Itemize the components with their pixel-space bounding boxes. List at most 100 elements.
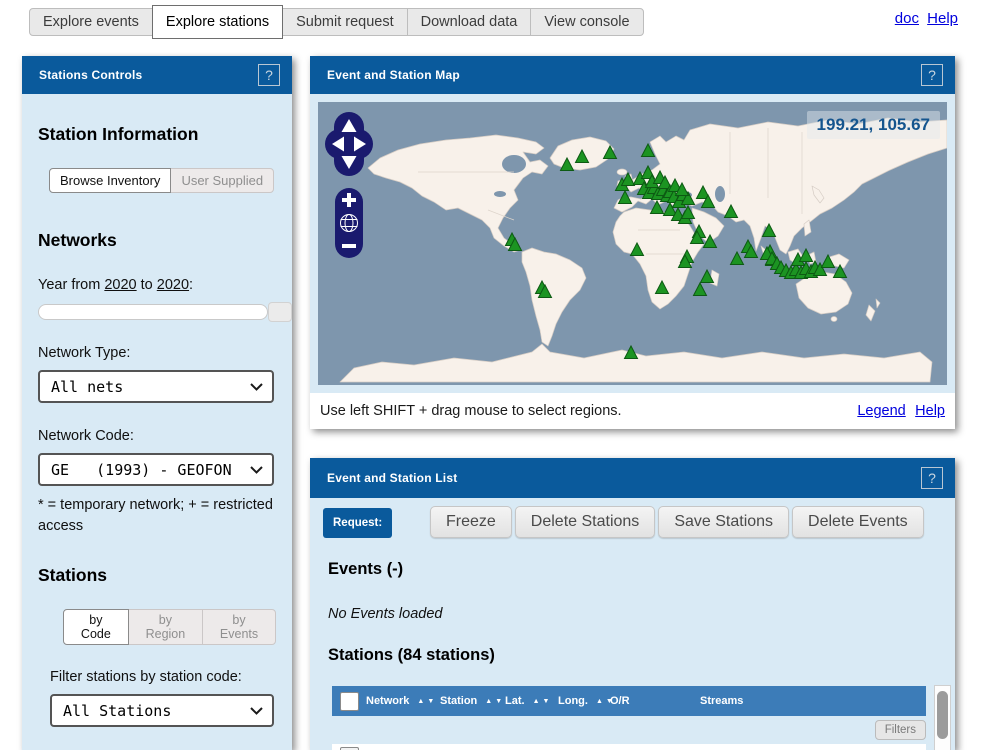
station-filter-label: Filter stations by station code: xyxy=(50,669,276,685)
inventory-toggle: Browse Inventory User Supplied xyxy=(50,168,274,193)
sort-desc-icon[interactable]: ▼ xyxy=(543,698,550,705)
stations-table: Network ▲▼ Station ▲▼ Lat. ▲▼ Long. ▲▼ O… xyxy=(332,686,926,750)
year-middle: to xyxy=(137,277,157,293)
main-tabbar: Explore events Explore stations Submit r… xyxy=(30,6,644,38)
by-events-button[interactable]: by Events xyxy=(202,609,276,645)
stations-count-heading: Stations (84 stations) xyxy=(328,646,495,665)
tab-explore-events[interactable]: Explore events xyxy=(29,8,153,36)
filters-button[interactable]: Filters xyxy=(875,720,926,740)
year-from-link[interactable]: 2020 xyxy=(104,277,136,293)
chevron-down-icon xyxy=(250,707,263,715)
network-code-select[interactable]: GE (1993) - GEOFON xyxy=(38,453,274,486)
sort-asc-icon[interactable]: ▲ xyxy=(485,698,492,705)
table-scrollbar[interactable] xyxy=(934,685,951,750)
station-filter-select[interactable]: All Stations xyxy=(50,694,274,727)
select-all-checkbox[interactable] xyxy=(340,692,359,711)
tab-submit-request[interactable]: Submit request xyxy=(282,8,408,36)
map-hint-text: Use left SHIFT + drag mouse to select re… xyxy=(320,403,622,419)
filters-row: Filters xyxy=(332,716,926,744)
request-button[interactable]: Request: xyxy=(323,508,392,538)
stations-heading: Stations xyxy=(38,565,276,586)
land-iceland xyxy=(617,169,627,175)
list-action-buttons: Freeze Delete Stations Save Stations Del… xyxy=(430,506,924,538)
events-heading: Events (-) xyxy=(328,560,403,579)
land-antarctica xyxy=(340,344,932,382)
chevron-down-icon xyxy=(250,383,263,391)
network-type-select[interactable]: All nets xyxy=(38,370,274,403)
browse-inventory-button[interactable]: Browse Inventory xyxy=(49,168,171,193)
by-code-button[interactable]: by Code xyxy=(63,609,129,645)
stations-controls-panel: Stations Controls ? Station Information … xyxy=(22,56,292,750)
panel-title: Event and Station Map xyxy=(327,68,460,82)
great-lakes xyxy=(494,191,506,197)
col-station: Station xyxy=(440,695,477,707)
year-prefix: Year from xyxy=(38,277,104,293)
stations-table-header: Network ▲▼ Station ▲▼ Lat. ▲▼ Long. ▲▼ O… xyxy=(332,686,926,716)
sort-desc-icon[interactable]: ▼ xyxy=(495,698,502,705)
network-code-value: GE (1993) - GEOFON xyxy=(51,461,232,479)
col-network: Network xyxy=(366,695,409,707)
map-navigation-controls xyxy=(325,112,385,262)
save-stations-button[interactable]: Save Stations xyxy=(658,506,789,538)
year-suffix: : xyxy=(189,277,193,293)
mouse-coordinates: 199.21, 105.67 xyxy=(807,111,940,139)
caspian-sea xyxy=(715,186,725,202)
panel-help-button[interactable]: ? xyxy=(258,64,280,86)
event-station-map-panel: Event and Station Map ? xyxy=(310,56,955,429)
panel-help-button[interactable]: ? xyxy=(921,467,943,489)
tab-explore-stations[interactable]: Explore stations xyxy=(152,5,283,39)
stations-controls-header: Stations Controls ? xyxy=(22,56,292,94)
col-or: O/R xyxy=(610,695,630,707)
tab-download-data[interactable]: Download data xyxy=(407,8,532,36)
tab-view-console[interactable]: View console xyxy=(530,8,643,36)
land-new-zealand xyxy=(866,299,880,321)
sort-desc-icon[interactable]: ▼ xyxy=(427,698,434,705)
freeze-button[interactable]: Freeze xyxy=(430,506,512,538)
panel-title: Stations Controls xyxy=(39,68,142,82)
map-help-link[interactable]: Help xyxy=(915,403,945,419)
panel-title: Event and Station List xyxy=(327,471,457,485)
list-panel-header: Event and Station List ? xyxy=(310,458,955,498)
scrollbar-thumb[interactable] xyxy=(937,691,948,739)
map-footer: Use left SHIFT + drag mouse to select re… xyxy=(310,393,955,429)
user-supplied-button[interactable]: User Supplied xyxy=(170,168,274,193)
help-link[interactable]: Help xyxy=(927,10,958,27)
legend-link[interactable]: Legend xyxy=(857,403,905,419)
network-type-label: Network Type: xyxy=(38,345,276,361)
network-code-label: Network Code: xyxy=(38,428,276,444)
delete-events-button[interactable]: Delete Events xyxy=(792,506,924,538)
by-region-button[interactable]: by Region xyxy=(128,609,203,645)
world-map[interactable]: 199.21, 105.67 xyxy=(318,102,947,385)
station-marker-icon[interactable] xyxy=(694,283,707,296)
year-to-link[interactable]: 2020 xyxy=(157,277,189,293)
year-slider-handle[interactable] xyxy=(268,302,292,322)
webdc-app: Explore events Explore stations Submit r… xyxy=(0,0,1000,750)
zoom-in-icon-v[interactable] xyxy=(347,193,351,207)
station-mode-toggle: by Code by Region by Events xyxy=(64,609,276,645)
station-information-heading: Station Information xyxy=(38,124,276,145)
delete-stations-button[interactable]: Delete Stations xyxy=(515,506,656,538)
zoom-out-icon[interactable] xyxy=(342,244,356,248)
world-map-svg xyxy=(318,102,947,385)
sort-asc-icon[interactable]: ▲ xyxy=(596,698,603,705)
sort-asc-icon[interactable]: ▲ xyxy=(417,698,424,705)
col-lat: Lat. xyxy=(505,695,525,707)
hudson-bay xyxy=(502,155,526,173)
col-long: Long. xyxy=(558,695,588,707)
panel-help-button[interactable]: ? xyxy=(921,64,943,86)
station-marker-icon[interactable] xyxy=(731,252,744,265)
station-filter-value: All Stations xyxy=(63,702,171,720)
chevron-down-icon xyxy=(250,466,263,474)
year-range-slider[interactable] xyxy=(38,304,268,320)
sort-asc-icon[interactable]: ▲ xyxy=(533,698,540,705)
land-south-america xyxy=(522,248,586,346)
doc-link[interactable]: doc xyxy=(895,10,919,27)
table-row xyxy=(332,744,926,750)
network-note: * = temporary network; + = restricted ac… xyxy=(38,495,276,537)
land-north-america xyxy=(368,135,548,252)
land-tasmania xyxy=(831,317,837,322)
year-range-label: Year from 2020 to 2020: xyxy=(38,277,276,293)
map-panel-header: Event and Station Map ? xyxy=(310,56,955,94)
network-type-value: All nets xyxy=(51,378,123,396)
events-empty-text: No Events loaded xyxy=(328,606,442,622)
